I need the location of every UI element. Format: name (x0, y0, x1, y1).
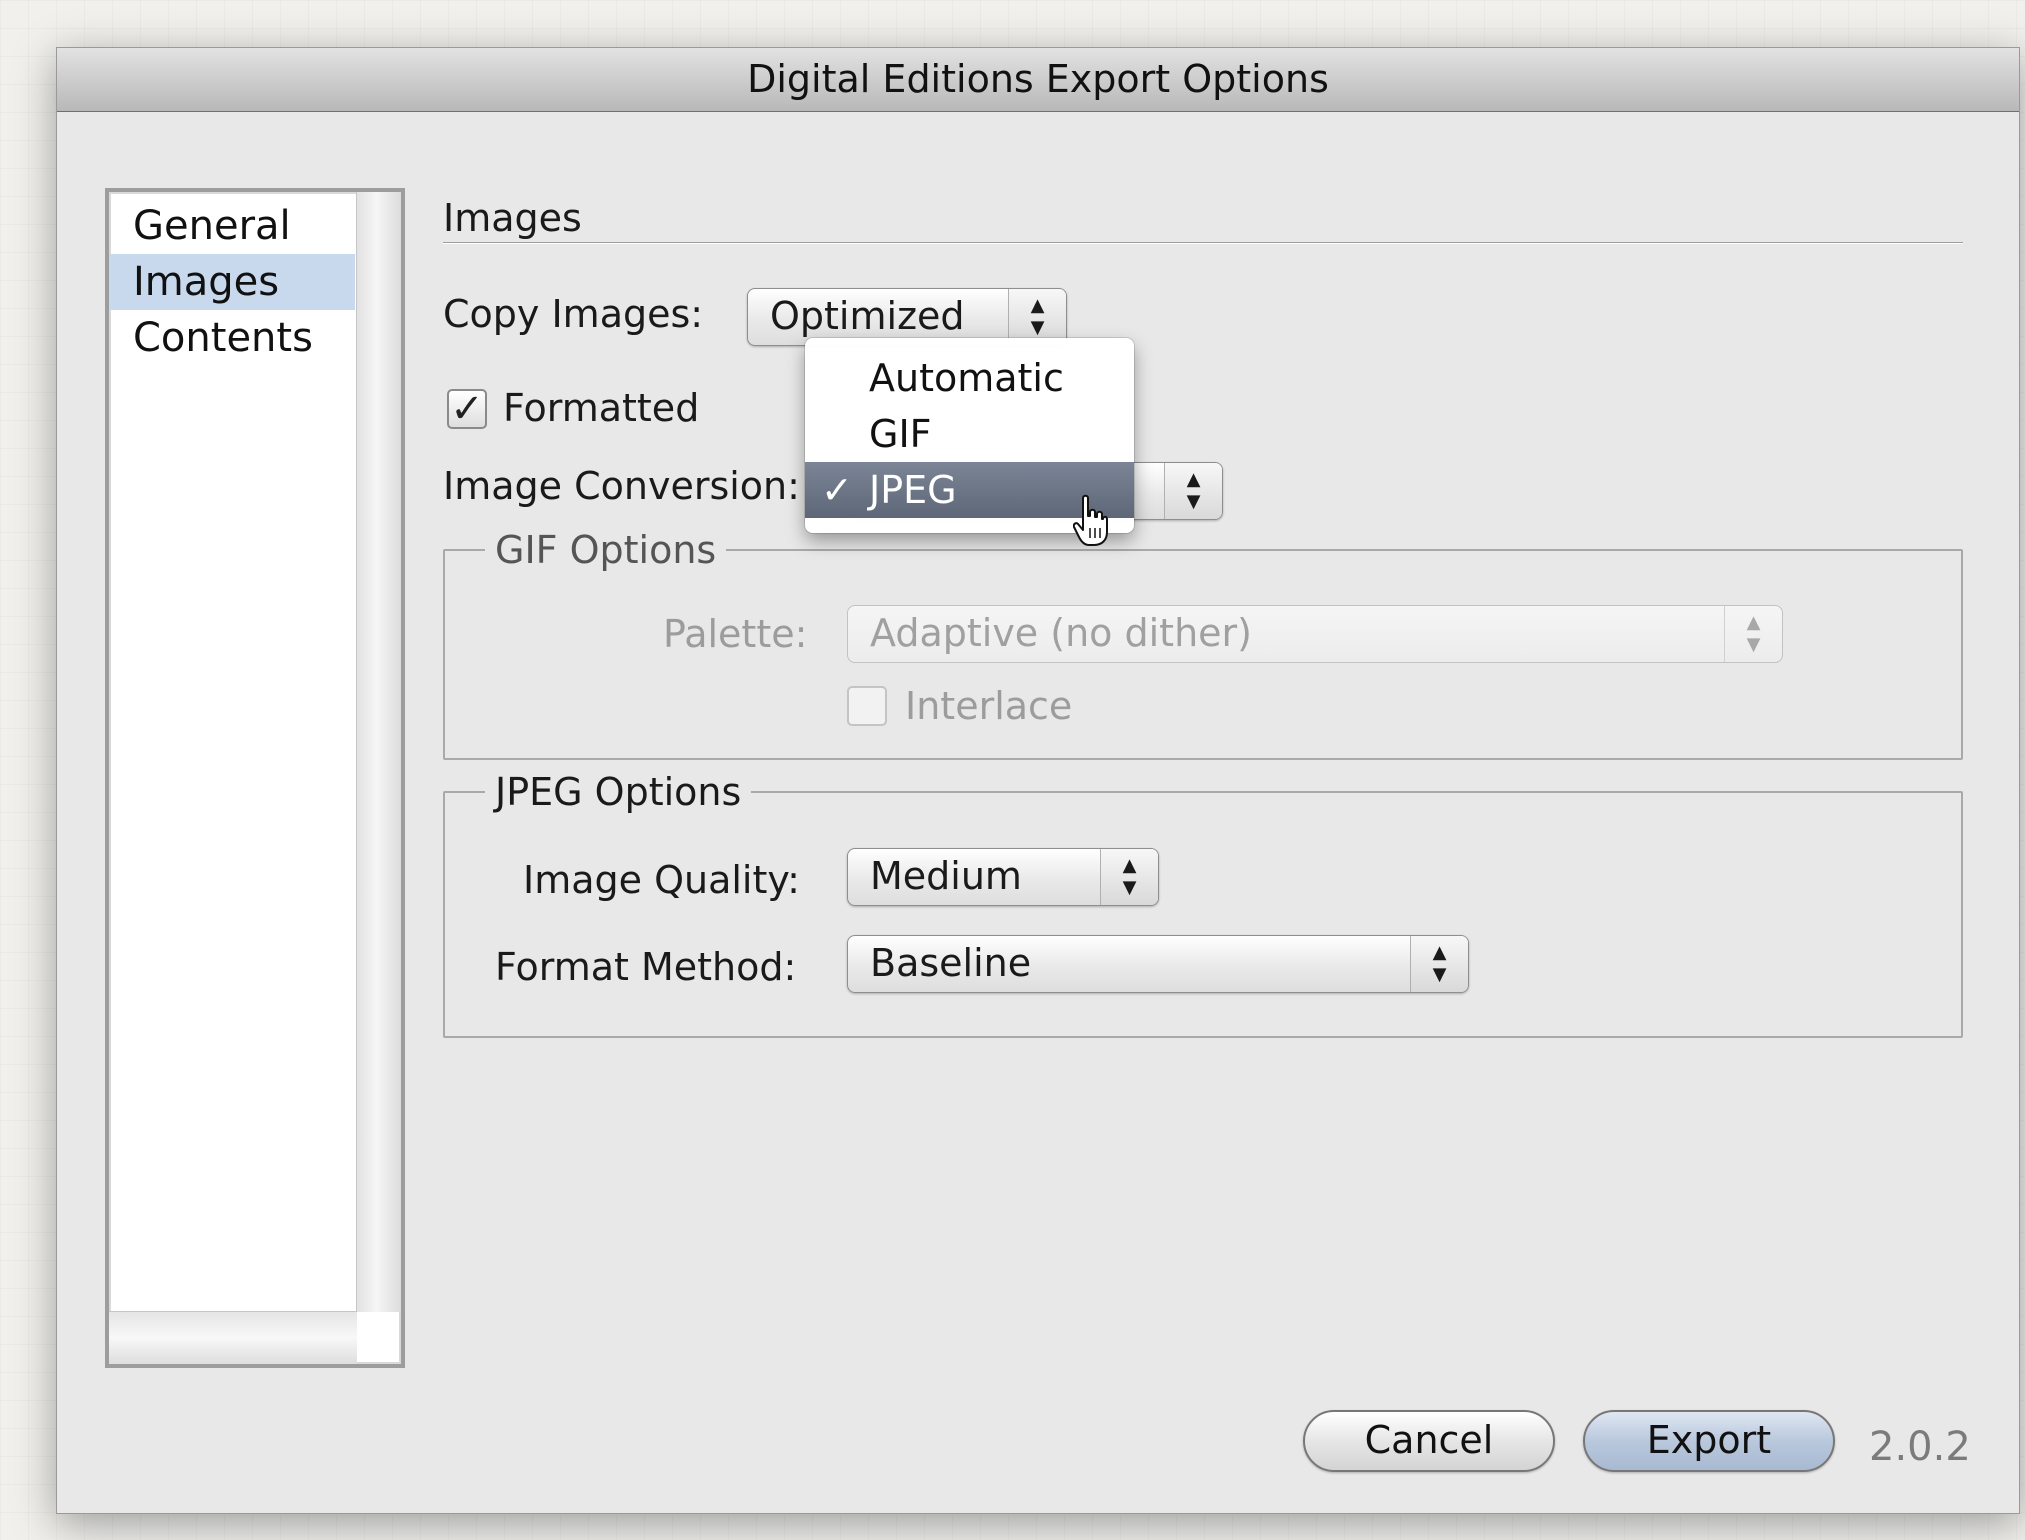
palette-label: Palette: (663, 612, 808, 656)
format-method-popup[interactable]: Baseline ▲ ▼ (847, 935, 1469, 993)
image-quality-value: Medium (870, 854, 1022, 898)
category-items: General Images Contents (109, 198, 355, 366)
image-conversion-label: Image Conversion: (443, 464, 800, 508)
pointing-hand-cursor-icon (1073, 494, 1108, 546)
version-label: 2.0.2 (1869, 1424, 1971, 1470)
export-button[interactable]: Export (1583, 1410, 1835, 1472)
horizontal-scrollbar[interactable] (109, 1311, 357, 1364)
copy-images-value: Optimized (770, 294, 965, 338)
sidebar-item-images[interactable]: Images (109, 254, 355, 310)
sidebar-item-contents[interactable]: Contents (109, 310, 355, 366)
jpeg-options-group: JPEG Options (443, 770, 1963, 1038)
formatted-label: Formatted (503, 386, 700, 430)
image-quality-popup[interactable]: Medium ▲ ▼ (847, 848, 1159, 906)
menu-item-gif[interactable]: GIF (805, 406, 1134, 462)
menu-item-label: JPEG (869, 468, 957, 512)
menu-item-label: Automatic (869, 356, 1064, 400)
popup-arrows-icon: ▲ ▼ (1164, 463, 1222, 519)
section-divider (443, 242, 1963, 243)
palette-popup[interactable]: Adaptive (no dither) ▲ ▼ (847, 605, 1783, 663)
category-list: General Images Contents (105, 188, 405, 1368)
format-method-label: Format Method: (495, 945, 797, 989)
palette-value: Adaptive (no dither) (870, 611, 1252, 655)
export-options-dialog: Digital Editions Export Options General … (56, 47, 2020, 1514)
popup-arrows-icon: ▲ ▼ (1410, 936, 1468, 992)
popup-arrows-icon: ▲ ▼ (1008, 289, 1066, 345)
vertical-scrollbar[interactable] (356, 192, 401, 1312)
interlace-checkbox[interactable] (847, 686, 887, 726)
window-title: Digital Editions Export Options (57, 48, 2019, 112)
image-quality-label: Image Quality: (523, 858, 800, 902)
jpeg-options-legend: JPEG Options (495, 770, 742, 814)
menu-item-automatic[interactable]: Automatic (805, 350, 1134, 406)
interlace-label: Interlace (905, 684, 1073, 728)
format-method-value: Baseline (870, 941, 1032, 985)
checkmark-icon: ✓ (821, 468, 853, 512)
sidebar-item-general[interactable]: General (109, 198, 355, 254)
copy-images-label: Copy Images: (443, 292, 704, 336)
section-title: Images (443, 196, 582, 240)
menu-item-label: GIF (869, 412, 932, 456)
gif-options-legend: GIF Options (495, 528, 717, 572)
cancel-button[interactable]: Cancel (1303, 1410, 1555, 1472)
popup-arrows-icon: ▲ ▼ (1724, 606, 1782, 662)
popup-arrows-icon: ▲ ▼ (1100, 849, 1158, 905)
formatted-checkbox[interactable]: ✓ (447, 389, 487, 429)
